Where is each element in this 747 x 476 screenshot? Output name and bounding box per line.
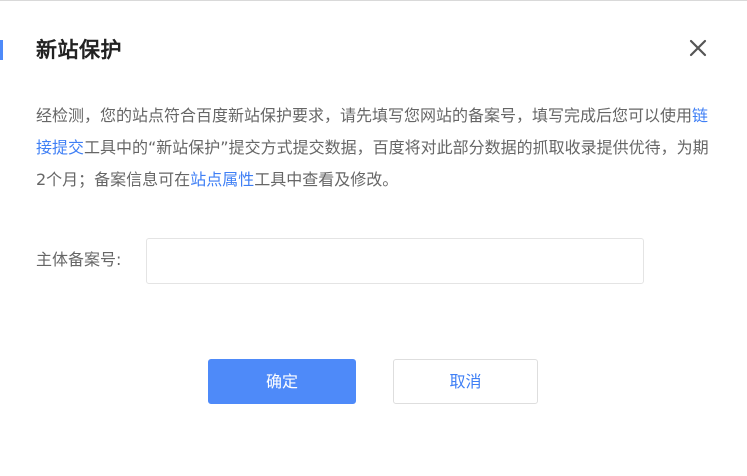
close-button[interactable]	[686, 36, 710, 60]
site-properties-tool-link[interactable]: 站点属性	[190, 170, 254, 189]
description-text-1: 经检测，您的站点符合百度新站保护要求，请先填写您网站的备案号，填写完成后您可以使…	[36, 106, 693, 125]
dialog-description: 经检测，您的站点符合百度新站保护要求，请先填写您网站的备案号，填写完成后您可以使…	[36, 100, 716, 196]
title-accent-bar	[0, 40, 3, 60]
new-site-protection-dialog: 新站保护 经检测，您的站点符合百度新站保护要求，请先填写您网站的备案号，填写完成…	[0, 0, 747, 476]
icp-number-label: 主体备案号:	[36, 250, 122, 269]
description-text-3: 工具中查看及修改。	[254, 170, 399, 189]
cancel-button[interactable]: 取消	[393, 359, 538, 404]
dialog-title: 新站保护	[36, 38, 122, 62]
close-icon	[689, 39, 707, 57]
icp-number-input[interactable]	[146, 238, 644, 284]
confirm-button[interactable]: 确定	[208, 359, 356, 404]
